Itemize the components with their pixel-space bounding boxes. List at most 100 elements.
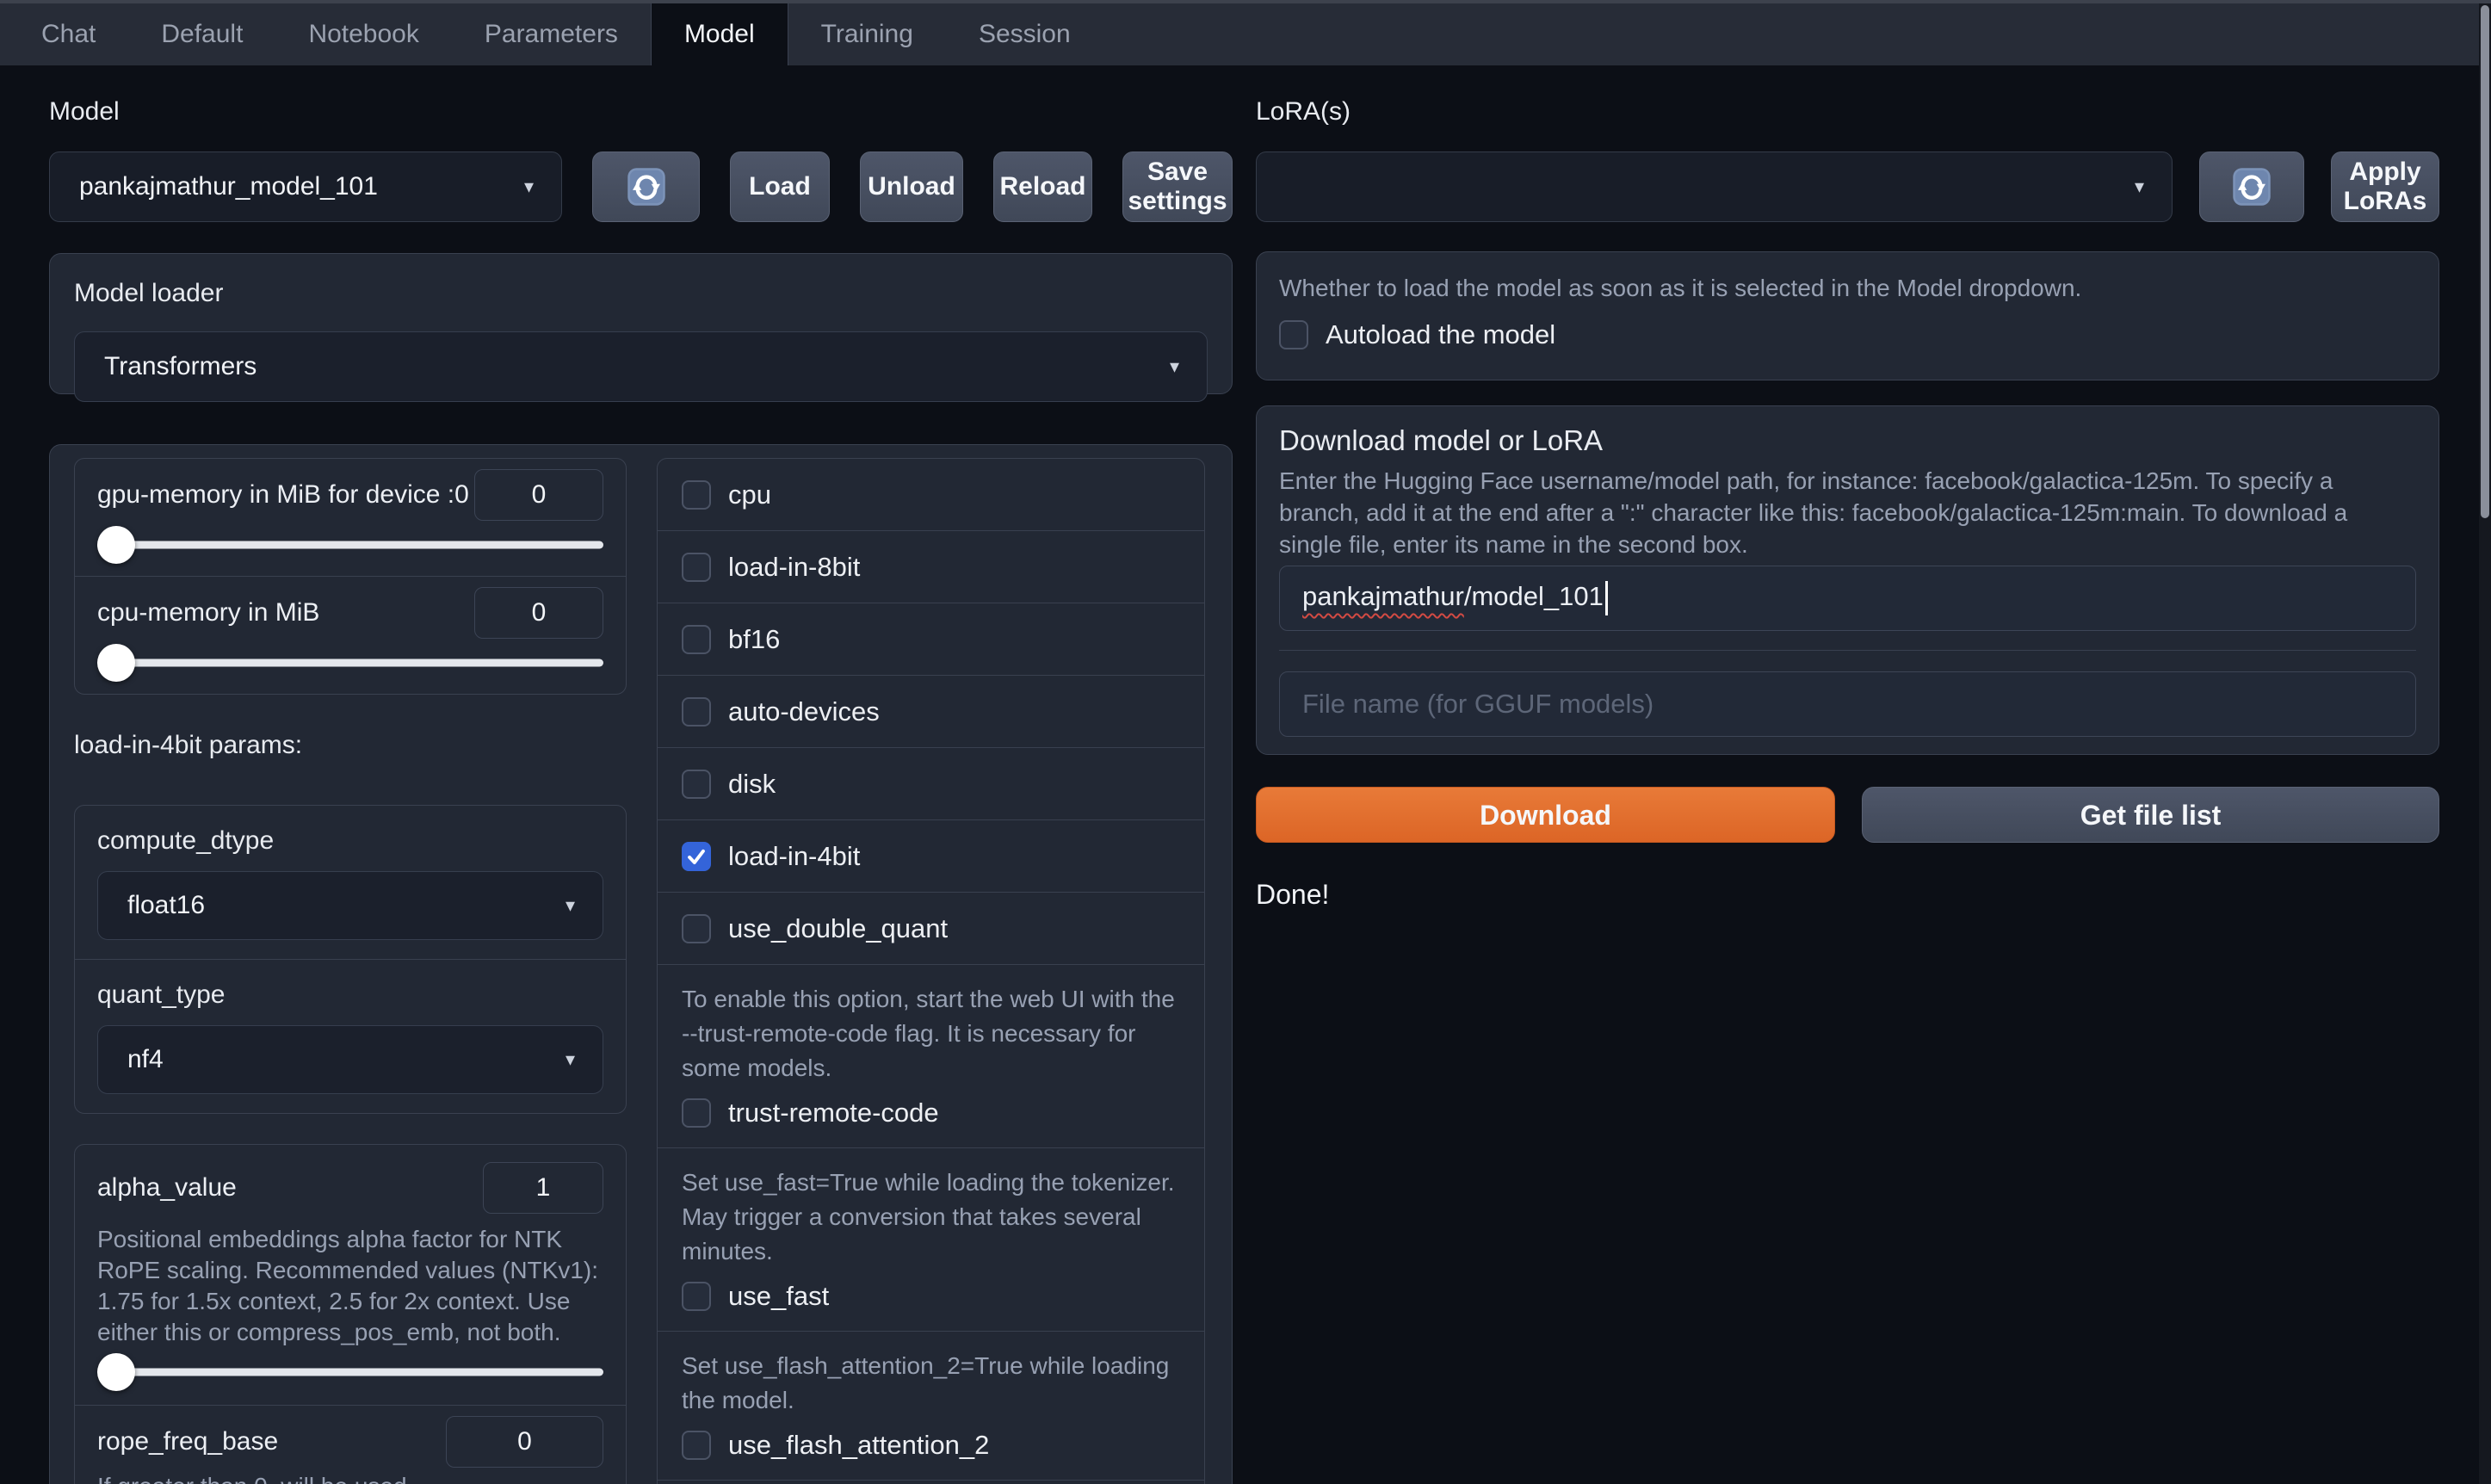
use_flash_attention_2-checkbox[interactable]	[682, 1431, 711, 1460]
reload-button[interactable]: Reload	[993, 151, 1092, 222]
load-button[interactable]: Load	[730, 151, 830, 222]
tab-session[interactable]: Session	[946, 3, 1103, 65]
disk-checkbox[interactable]	[682, 769, 711, 799]
alpha-value-box: alpha_value 1 Positional embeddings alph…	[74, 1144, 627, 1484]
model-dropdown[interactable]: pankajmathur_model_101 ▾	[49, 151, 562, 222]
flag-row-load-in-8bit[interactable]: load-in-8bit	[658, 531, 1204, 603]
bf16-checkbox[interactable]	[682, 624, 711, 654]
tab-default[interactable]: Default	[128, 3, 275, 65]
gguf-filename-input[interactable]: File name (for GGUF models)	[1279, 671, 2416, 737]
chevron-down-icon: ▾	[565, 894, 575, 916]
flag-row-use_flash_attention_2[interactable]: use_flash_attention_2	[682, 1430, 1180, 1461]
flag-row-trust-remote-code[interactable]: trust-remote-code	[682, 1098, 1180, 1128]
load-in-8bit-label: load-in-8bit	[728, 551, 861, 582]
slider-track	[97, 659, 603, 667]
quant-type-label: quant_type	[97, 980, 226, 1009]
rope-freq-base-label: rope_freq_base	[97, 1427, 279, 1456]
alpha-value-slider[interactable]	[97, 1353, 603, 1391]
flag-row-bf16[interactable]: bf16	[658, 603, 1204, 676]
unload-button[interactable]: Unload	[860, 151, 963, 222]
model-loader-label: Model loader	[74, 279, 224, 307]
cpu-memory-input[interactable]: 0	[474, 587, 603, 639]
use_double_quant-label: use_double_quant	[728, 912, 949, 943]
lora-controls-row: ▾ Apply LoRAs	[1256, 151, 2439, 222]
get-file-list-button[interactable]: Get file list	[1862, 787, 2439, 843]
gpu-memory-field: gpu-memory in MiB for device :0 0	[75, 459, 626, 576]
lora-refresh-button[interactable]	[2199, 151, 2304, 222]
flag-row-auto-devices[interactable]: auto-devices	[658, 676, 1204, 748]
trust-remote-code-label: trust-remote-code	[728, 1098, 939, 1128]
model-section-label: Model	[49, 97, 120, 126]
lora-dropdown[interactable]: ▾	[1256, 151, 2173, 222]
model-loader-dropdown[interactable]: Transformers ▾	[74, 331, 1208, 402]
slider-thumb[interactable]	[97, 1353, 135, 1391]
exllama-note: Disable ExLlama kernel.	[658, 1481, 1204, 1484]
autoload-description: Whether to load the model as soon as it …	[1279, 275, 2082, 301]
slider-track	[97, 541, 603, 549]
download-status: Done!	[1256, 879, 1330, 910]
flag-row-use_double_quant[interactable]: use_double_quant	[658, 893, 1204, 965]
alpha-value-label: alpha_value	[97, 1173, 237, 1202]
model-path-input[interactable]: pankajmathur/model_101	[1279, 566, 2416, 631]
gpu-memory-label: gpu-memory in MiB for device :0	[97, 480, 469, 509]
tab-parameters[interactable]: Parameters	[452, 3, 651, 65]
compute-dtype-value: float16	[127, 891, 206, 919]
rope-freq-base-description: If greater than 0, will be used	[97, 1471, 603, 1484]
slider-track	[97, 1368, 603, 1376]
tab-training[interactable]: Training	[788, 3, 946, 65]
rope-freq-base-field: rope_freq_base 0 If greater than 0, will…	[97, 1406, 603, 1484]
flag-row-use_fast[interactable]: use_fast	[682, 1281, 1180, 1312]
trust-remote-code-description: To enable this option, start the web UI …	[682, 986, 1175, 1081]
flag-row-load-in-4bit[interactable]: load-in-4bit	[658, 820, 1204, 893]
right-column: LoRA(s) ▾ Apply LoRAs Whether to load th…	[1256, 93, 2439, 911]
load-in-8bit-checkbox[interactable]	[682, 552, 711, 582]
quant-type-dropdown[interactable]: nf4 ▾	[97, 1025, 603, 1094]
tab-chat[interactable]: Chat	[9, 3, 128, 65]
load-in-4bit-label: load-in-4bit	[728, 840, 861, 871]
load-in-4bit-checkbox[interactable]	[682, 841, 711, 871]
save-settings-button[interactable]: Save settings	[1122, 151, 1233, 222]
compute-dtype-dropdown[interactable]: float16 ▾	[97, 871, 603, 940]
model-tab-page: Chat Default Notebook Parameters Model Traini…	[0, 0, 2491, 1484]
slider-thumb[interactable]	[97, 644, 135, 682]
model-refresh-button[interactable]	[592, 151, 700, 222]
scrollbar-thumb[interactable]	[2481, 5, 2489, 518]
trust-remote-code-checkbox[interactable]	[682, 1098, 711, 1128]
cpu-memory-slider[interactable]	[97, 644, 603, 682]
apply-loras-button[interactable]: Apply LoRAs	[2331, 151, 2439, 222]
memory-sliders-box: gpu-memory in MiB for device :0 0 cpu-me…	[74, 458, 627, 695]
cpu-memory-field: cpu-memory in MiB 0	[75, 577, 626, 694]
download-buttons-row: Download Get file list	[1256, 787, 2439, 843]
auto-devices-checkbox[interactable]	[682, 696, 711, 727]
flag-row-disk[interactable]: disk	[658, 748, 1204, 820]
gpu-memory-input[interactable]: 0	[474, 469, 603, 521]
chevron-down-icon: ▾	[1169, 356, 1179, 377]
gpu-memory-slider[interactable]	[97, 526, 603, 564]
flag-block-use_flash_attention_2: Set use_flash_attention_2=True while loa…	[658, 1332, 1204, 1481]
chevron-down-icon: ▾	[2134, 176, 2144, 197]
use_double_quant-checkbox[interactable]	[682, 913, 711, 943]
autoload-label: Autoload the model	[1326, 319, 1556, 349]
cpu-checkbox[interactable]	[682, 479, 711, 510]
use_fast-description: Set use_fast=True while loading the toke…	[682, 1169, 1175, 1264]
flag-block-trust-remote-code: To enable this option, start the web UI …	[658, 965, 1204, 1148]
load-in-4bit-params-label: load-in-4bit params:	[74, 731, 303, 759]
tab-bar: Chat Default Notebook Parameters Model Traini…	[0, 3, 2491, 65]
use_fast-checkbox[interactable]	[682, 1282, 711, 1311]
download-button[interactable]: Download	[1256, 787, 1835, 843]
alpha-value-description: Positional embeddings alpha factor for N…	[97, 1226, 599, 1345]
cpu-label: cpu	[728, 479, 771, 510]
autoload-checkbox[interactable]	[1279, 320, 1308, 349]
auto-devices-label: auto-devices	[728, 696, 880, 727]
model-path-misspelled: pankajmathur	[1302, 581, 1464, 612]
rope-freq-base-input[interactable]: 0	[446, 1416, 603, 1468]
alpha-value-input[interactable]: 1	[483, 1162, 603, 1214]
tab-model[interactable]: Model	[650, 3, 788, 65]
quant-type-value: nf4	[127, 1045, 164, 1073]
check-icon	[688, 849, 705, 864]
flag-row-cpu[interactable]: cpu	[658, 459, 1204, 531]
model-path-rest: /model_101	[1463, 581, 1604, 612]
model-loader-panel: Model loader Transformers ▾	[49, 253, 1233, 402]
slider-thumb[interactable]	[97, 526, 135, 564]
tab-notebook[interactable]: Notebook	[275, 3, 451, 65]
